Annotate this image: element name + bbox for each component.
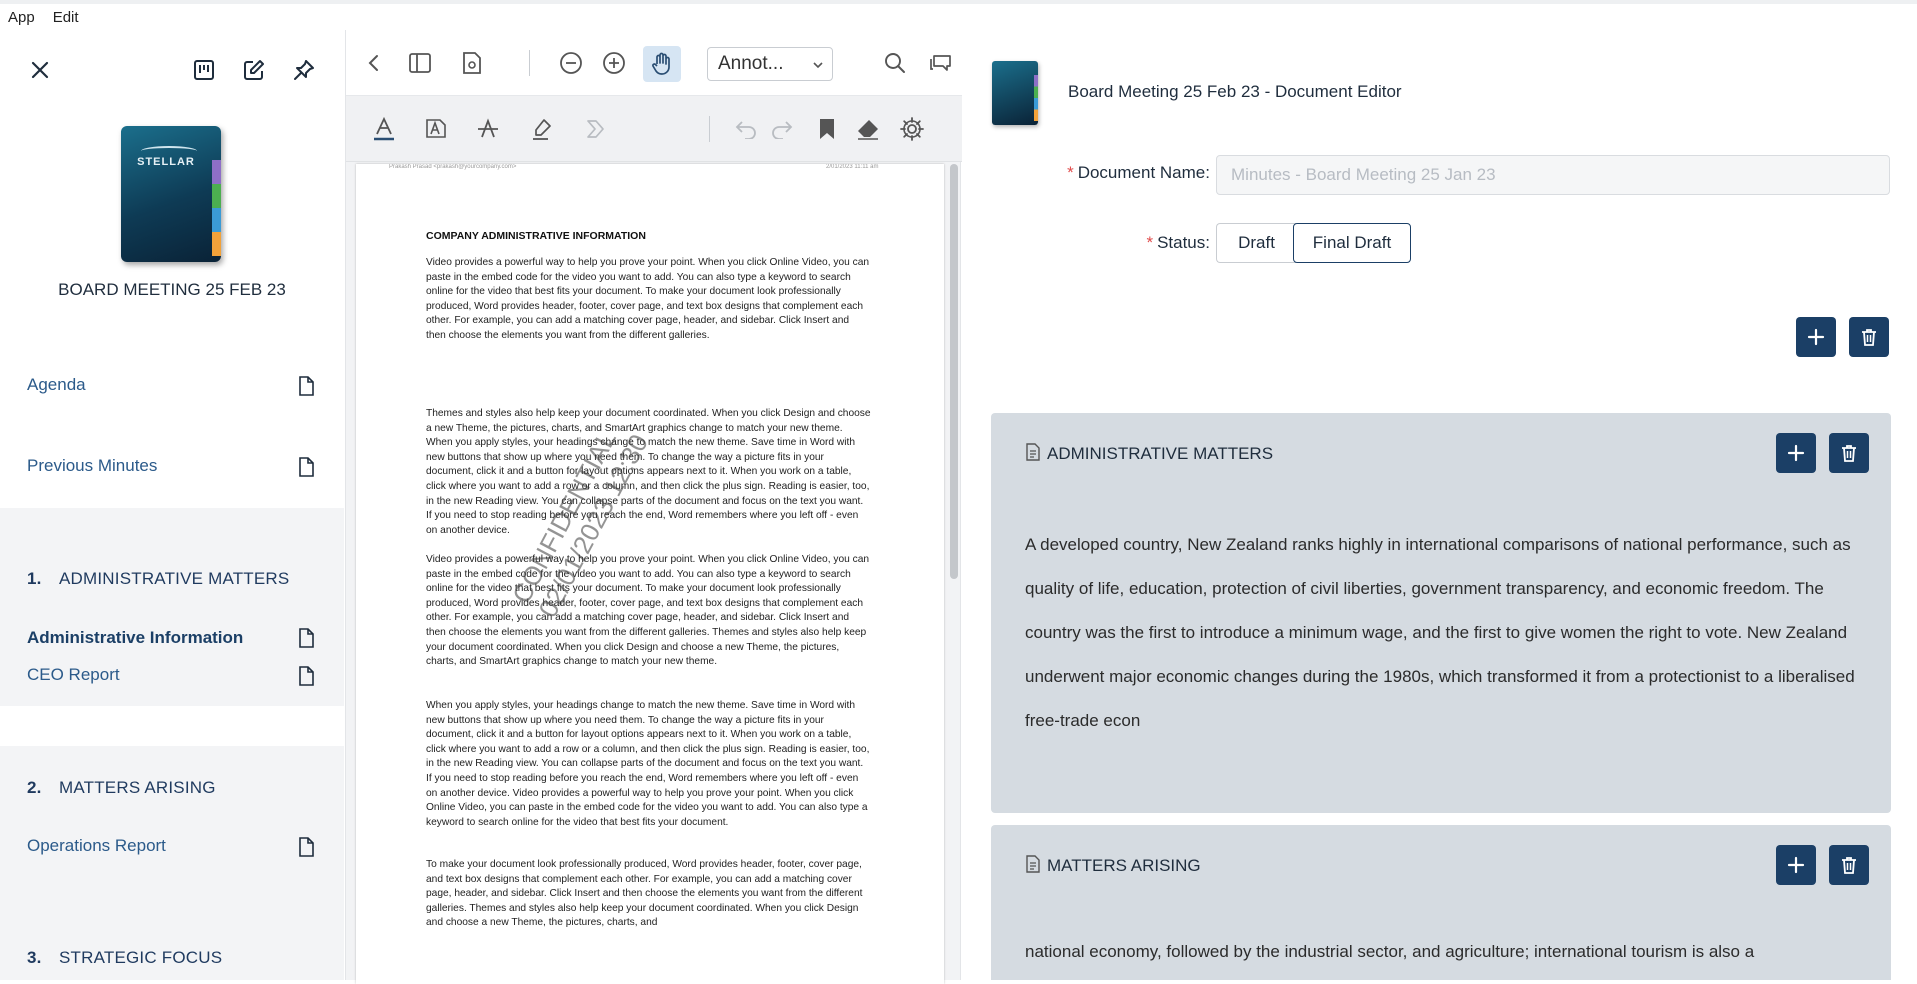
text-box-icon[interactable] <box>420 113 452 145</box>
section-heading-2[interactable]: 2. MATTERS ARISING <box>27 778 216 798</box>
agenda-section-card: ADMINISTRATIVE MATTERS A developed count… <box>991 413 1891 813</box>
sidebar-panel-icon[interactable] <box>404 47 436 79</box>
document-name-label: * Document Name: <box>1067 163 1210 182</box>
document-edit-icon <box>1026 443 1040 461</box>
card-body-text[interactable]: national economy, followed by the indust… <box>1025 930 1865 974</box>
sidebar-item-previous-minutes[interactable]: Previous Minutes <box>27 456 157 476</box>
section-heading-3[interactable]: 3. STRATEGIC FOCUS <box>27 948 222 968</box>
toolbar-divider <box>709 116 710 142</box>
add-button[interactable] <box>1776 433 1816 473</box>
document-editor: Board Meeting 25 Feb 23 - Document Edito… <box>962 30 1917 980</box>
meeting-sidebar: STELLAR BOARD MEETING 25 FEB 23 Agenda P… <box>0 30 344 980</box>
close-icon[interactable] <box>26 56 54 84</box>
gear-icon[interactable] <box>896 113 928 145</box>
chevron-down-icon <box>812 50 824 91</box>
menu-app[interactable]: App <box>8 9 35 26</box>
book-logo-text: STELLAR <box>137 156 195 168</box>
status-option-draft[interactable]: Draft <box>1216 223 1296 263</box>
back-icon[interactable] <box>358 47 390 79</box>
search-icon[interactable] <box>879 47 911 79</box>
strikethrough-icon[interactable] <box>472 113 504 145</box>
toolbar-divider <box>529 50 530 76</box>
annotation-mode-select[interactable]: Annot... <box>707 47 833 81</box>
menu-bar: App Edit <box>0 4 1917 30</box>
bookmark-icon[interactable] <box>811 113 843 145</box>
board-view-icon[interactable] <box>190 56 218 84</box>
page-paragraph: When you apply styles, your headings cha… <box>426 700 870 828</box>
text-color-icon[interactable] <box>368 113 400 145</box>
comments-icon[interactable] <box>924 47 956 79</box>
page-header-left: Prakash Prasad <prakash@yourcompany.com> <box>389 164 517 170</box>
sidebar-item-administrative-information[interactable]: Administrative Information <box>27 628 243 648</box>
delete-button[interactable] <box>1829 845 1869 885</box>
viewer-toolbar-annotate <box>346 96 962 162</box>
page-paragraph: Video provides a powerful way to help yo… <box>426 554 870 668</box>
delete-button[interactable] <box>1829 433 1869 473</box>
pin-icon[interactable] <box>290 56 318 84</box>
highlighter-icon[interactable] <box>526 113 558 145</box>
pan-hand-icon[interactable] <box>643 46 681 82</box>
card-title: MATTERS ARISING <box>1025 855 1201 876</box>
section-band <box>0 746 344 916</box>
section-heading-1[interactable]: 1. ADMINISTRATIVE MATTERS <box>27 569 289 589</box>
page-paragraph: Themes and styles also help keep your do… <box>426 408 871 536</box>
card-title: ADMINISTRATIVE MATTERS <box>1025 443 1273 464</box>
file-icon[interactable] <box>298 628 314 648</box>
zoom-out-icon[interactable] <box>555 47 587 79</box>
meeting-book-thumbnail <box>992 61 1038 125</box>
sidebar-item-ceo-report[interactable]: CEO Report <box>27 665 120 685</box>
add-button[interactable] <box>1796 317 1836 357</box>
card-body-text[interactable]: A developed country, New Zealand ranks h… <box>1025 523 1865 743</box>
status-label: * Status: <box>1146 233 1210 252</box>
sidebar-item-agenda[interactable]: Agenda <box>27 375 86 395</box>
file-icon[interactable] <box>298 457 314 477</box>
sidebar-item-operations-report[interactable]: Operations Report <box>27 836 166 856</box>
page-paragraph: Video provides a powerful way to help yo… <box>426 257 870 341</box>
edit-icon[interactable] <box>240 56 268 84</box>
file-icon[interactable] <box>298 837 314 857</box>
editor-title: Board Meeting 25 Feb 23 - Document Edito… <box>1068 82 1402 101</box>
page-header-right: 2/01/2023 11:11 am <box>826 164 879 170</box>
eraser-icon[interactable] <box>852 113 884 145</box>
document-name-input[interactable]: Minutes - Board Meeting 25 Jan 23 <box>1216 155 1890 195</box>
add-button[interactable] <box>1776 845 1816 885</box>
meeting-title: BOARD MEETING 25 FEB 23 <box>58 280 286 299</box>
pdf-viewer: Annot... Prakash Prasad <prakash@yourcom… <box>345 30 962 984</box>
pdf-page[interactable]: Prakash Prasad <prakash@yourcompany.com>… <box>356 164 944 984</box>
agenda-section-card: MATTERS ARISING national economy, follow… <box>991 825 1891 980</box>
file-icon[interactable] <box>298 666 314 686</box>
meeting-book-cover: STELLAR <box>121 126 221 262</box>
status-option-final-draft[interactable]: Final Draft <box>1293 223 1411 263</box>
file-icon[interactable] <box>298 376 314 396</box>
zoom-in-icon[interactable] <box>598 47 630 79</box>
undo-icon[interactable] <box>730 113 762 145</box>
page-heading: COMPANY ADMINISTRATIVE INFORMATION <box>426 230 646 242</box>
page-paragraph: To make your document look professionall… <box>426 859 863 929</box>
viewer-scrollbar[interactable] <box>950 164 958 579</box>
document-edit-icon <box>1026 855 1040 873</box>
redo-icon[interactable] <box>766 113 798 145</box>
shape-tool-icon[interactable] <box>579 113 611 145</box>
viewer-toolbar-primary: Annot... <box>346 30 962 96</box>
delete-button[interactable] <box>1849 317 1889 357</box>
menu-edit[interactable]: Edit <box>53 9 79 26</box>
page-settings-icon[interactable] <box>456 47 488 79</box>
